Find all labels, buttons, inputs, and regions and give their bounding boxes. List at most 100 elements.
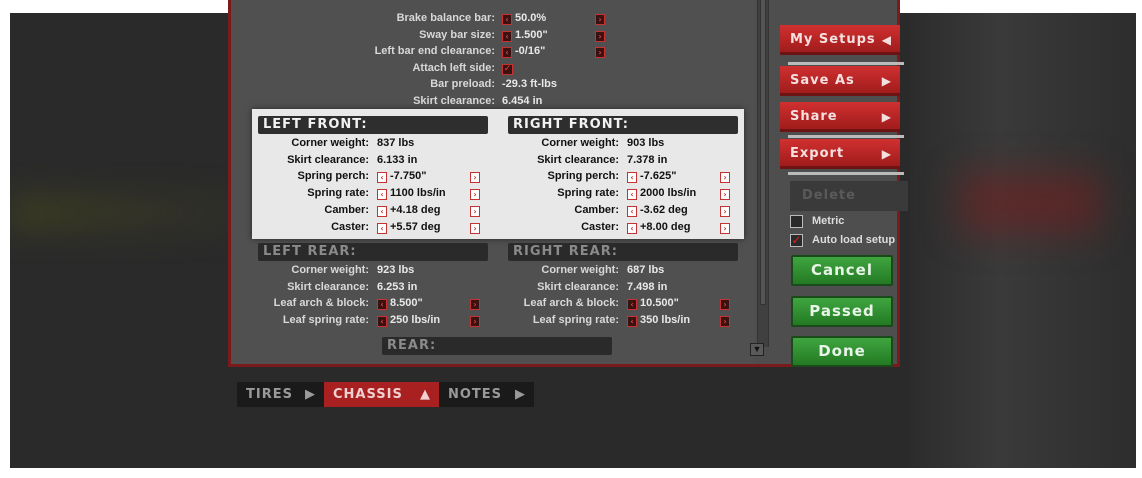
tab-tires[interactable]: TIRES ▶ (237, 382, 324, 407)
export-label: Export (790, 146, 845, 161)
setting-value: -0/16" (515, 45, 546, 58)
setting-row: Leaf spring rate: ‹ 250 lbs/in › (258, 314, 498, 330)
left-front-header: LEFT FRONT: (258, 116, 488, 134)
increase-arrow-icon[interactable]: › (470, 222, 480, 234)
setting-row: Leaf arch & block: ‹ 8.500" › (258, 297, 498, 313)
setting-label: Spring rate: (557, 187, 619, 200)
scrollbar[interactable] (757, 0, 769, 347)
setting-value: 837 lbs (377, 137, 415, 149)
setting-row: Spring perch: ‹ -7.750" › (258, 170, 498, 186)
decrease-arrow-icon[interactable]: ‹ (627, 222, 637, 234)
increase-arrow-icon[interactable]: › (720, 299, 730, 311)
increase-arrow-icon[interactable]: › (720, 222, 730, 234)
increase-arrow-icon[interactable]: › (470, 172, 480, 184)
setting-row: Corner weight: 923 lbs (258, 264, 498, 280)
setting-row: Spring rate: ‹ 2000 lbs/in › (508, 187, 748, 203)
setting-label: Skirt clearance: (537, 153, 619, 166)
decrease-arrow-icon[interactable]: ‹ (377, 172, 387, 184)
tab-notes[interactable]: NOTES ▶ (439, 382, 534, 407)
my-setups-button[interactable]: My Setups ◀ (780, 25, 900, 55)
increase-arrow-icon[interactable]: › (720, 316, 730, 328)
setting-value: 1100 lbs/in (390, 187, 446, 200)
save-as-button[interactable]: Save As ▶ (780, 66, 900, 96)
increase-arrow-icon[interactable]: › (595, 14, 605, 25)
right-rear-header: RIGHT REAR: (508, 243, 738, 261)
increase-arrow-icon[interactable]: › (720, 189, 730, 201)
increase-arrow-icon[interactable]: › (470, 316, 480, 328)
setting-row: Skirt clearance: 7.498 in (508, 281, 748, 297)
setting-value: +5.57 deg (390, 220, 441, 233)
setting-label: Bar preload: (430, 78, 495, 91)
setting-value: 6.133 in (377, 153, 418, 166)
increase-arrow-icon[interactable]: › (720, 205, 730, 217)
decrease-arrow-icon[interactable]: ‹ (627, 172, 637, 184)
decrease-arrow-icon[interactable]: ‹ (377, 205, 387, 217)
background-track-blur (10, 193, 240, 233)
setting-row: Spring rate: ‹ 1100 lbs/in › (258, 187, 498, 203)
setting-row: Corner weight: 837 lbs (258, 137, 498, 153)
done-button[interactable]: Done (791, 336, 893, 367)
setting-row: Corner weight: 687 lbs (508, 264, 748, 280)
setting-value: -3.62 deg (640, 203, 688, 216)
setting-row: Attach left side: ✓ (0, 62, 620, 78)
scrollbar-thumb[interactable] (760, 0, 766, 305)
increase-arrow-icon[interactable]: › (470, 205, 480, 217)
attach-left-checkbox[interactable]: ✓ (502, 63, 513, 75)
tab-chassis-label: CHASSIS (333, 387, 403, 402)
setting-row: Skirt clearance: 7.378 in (508, 154, 748, 170)
decrease-arrow-icon[interactable]: ‹ (377, 189, 387, 201)
decrease-arrow-icon[interactable]: ‹ (502, 14, 512, 25)
setting-row: Leaf spring rate: ‹ 350 lbs/in › (508, 314, 748, 330)
setting-row: Spring perch: ‹ -7.625" › (508, 170, 748, 186)
setting-label: Caster: (581, 220, 619, 233)
setting-row: Caster: ‹ +8.00 deg › (508, 221, 748, 237)
triangle-left-icon: ◀ (881, 33, 892, 47)
setting-label: Corner weight: (291, 137, 369, 149)
setting-value: 1.500" (515, 28, 548, 41)
setting-label: Camber: (574, 203, 619, 216)
increase-arrow-icon[interactable]: › (595, 47, 605, 59)
cancel-button[interactable]: Cancel (791, 255, 893, 286)
decrease-arrow-icon[interactable]: ‹ (502, 30, 512, 42)
decrease-arrow-icon[interactable]: ‹ (627, 205, 637, 217)
setting-value: 10.500" (640, 297, 679, 310)
decrease-arrow-icon[interactable]: ‹ (627, 316, 637, 328)
auto-load-checkbox[interactable]: ✓ (790, 234, 803, 247)
increase-arrow-icon[interactable]: › (470, 189, 480, 201)
setting-label: Camber: (324, 203, 369, 216)
decrease-arrow-icon[interactable]: ‹ (627, 189, 637, 201)
auto-load-label: Auto load setup (812, 234, 896, 246)
setting-row: Sway bar size: ‹ 1.500" › (0, 29, 620, 45)
increase-arrow-icon[interactable]: › (470, 299, 480, 311)
decrease-arrow-icon[interactable]: ‹ (627, 299, 637, 311)
decrease-arrow-icon[interactable]: ‹ (377, 222, 387, 234)
setting-value: -29.3 ft-lbs (502, 78, 558, 91)
passed-button[interactable]: Passed (791, 296, 893, 327)
setting-row: Left bar end clearance: ‹ -0/16" › (0, 45, 620, 61)
setting-value: 687 lbs (627, 264, 665, 276)
delete-button[interactable]: Delete (790, 181, 908, 211)
setting-label: Leaf spring rate: (532, 314, 619, 327)
increase-arrow-icon[interactable]: › (720, 172, 730, 184)
left-rear-header: LEFT REAR: (258, 243, 488, 261)
save-as-label: Save As (790, 73, 855, 88)
right-front-header: RIGHT FRONT: (508, 116, 738, 134)
setting-value: 8.500" (390, 297, 423, 310)
setting-row: Camber: ‹ +4.18 deg › (258, 204, 498, 220)
increase-arrow-icon[interactable]: › (595, 30, 605, 42)
decrease-arrow-icon[interactable]: ‹ (377, 316, 387, 328)
setting-value: -7.625" (640, 170, 677, 183)
triangle-right-icon: ▶ (881, 110, 892, 124)
decrease-arrow-icon[interactable]: ‹ (377, 299, 387, 311)
setting-value: 250 lbs/in (390, 314, 441, 327)
setting-label: Left bar end clearance: (374, 45, 495, 58)
tab-chassis[interactable]: CHASSIS ▲ (324, 382, 439, 407)
setting-value: 923 lbs (377, 264, 415, 276)
metric-checkbox[interactable] (790, 215, 803, 228)
setting-label: Corner weight: (291, 264, 369, 276)
scroll-down-icon[interactable]: ▼ (750, 343, 764, 356)
decrease-arrow-icon[interactable]: ‹ (502, 47, 512, 59)
setting-value: 7.498 in (627, 280, 668, 293)
share-button[interactable]: Share ▶ (780, 102, 900, 132)
export-button[interactable]: Export ▶ (780, 139, 900, 169)
